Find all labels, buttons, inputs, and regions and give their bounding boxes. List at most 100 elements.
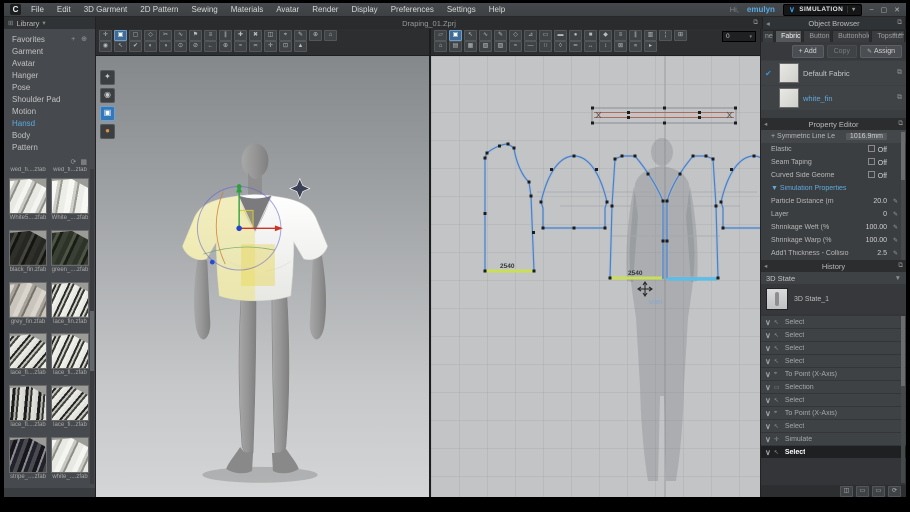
menu-item[interactable]: Help <box>489 5 505 14</box>
simulation-button[interactable]: ∨ SIMULATION ▾ <box>783 4 862 16</box>
pattern-piece-back-panel[interactable] <box>484 143 536 273</box>
target-tool-icon[interactable]: ⌖ <box>279 30 292 41</box>
fabric-texture-icon[interactable]: ▦ <box>464 41 477 52</box>
fabric-selected-check-icon[interactable]: ✔ <box>765 69 775 78</box>
flatten-icon[interactable]: ≃ <box>569 41 582 52</box>
select-move-tool-icon[interactable]: ▣ <box>114 30 127 41</box>
move-compass-icon[interactable] <box>290 179 310 199</box>
edit-pencil-icon[interactable]: ✎ <box>890 198 898 205</box>
texture-view-icon[interactable]: ◐ <box>144 41 157 52</box>
avatar-display-icon[interactable]: ◉ <box>99 41 112 52</box>
seam-tool-icon[interactable]: ∥ <box>219 30 232 41</box>
property-value[interactable]: 100.00 <box>866 237 887 244</box>
frame-icon[interactable]: ⊡ <box>279 41 292 52</box>
detach-panel-icon[interactable]: ⧉ <box>897 19 902 27</box>
curve-point-icon[interactable]: ◇ <box>509 30 522 41</box>
internal-rectangle-icon[interactable]: ■ <box>584 30 597 41</box>
tab-scroll-arrows-icon[interactable]: ◂ ▸ <box>892 31 903 38</box>
menu-item[interactable]: Display <box>351 5 377 14</box>
property-row[interactable]: Particle Distance (m 20.0 ✎ <box>761 195 906 208</box>
history-header[interactable]: ◂ History ⧉ <box>761 260 906 272</box>
menu-item[interactable]: Preferences <box>391 5 434 14</box>
viewport-2d-canvas[interactable]: 2540 2540 5080 <box>431 56 760 497</box>
pin-tool-icon[interactable]: ⚑ <box>189 30 202 41</box>
property-value[interactable]: Off <box>868 171 887 180</box>
library-item-pose[interactable]: Pose <box>4 82 95 94</box>
copy-fabric-button[interactable]: Copy <box>827 45 857 58</box>
gizmo-blue-point[interactable] <box>210 260 215 265</box>
history-item[interactable]: ∨ ✛ Simulate <box>761 433 906 445</box>
sew-free-tool-icon[interactable]: ∿ <box>174 30 187 41</box>
property-value[interactable]: 20.0 <box>873 198 887 205</box>
scrollbar-thumb[interactable] <box>901 316 905 386</box>
annotation-icon[interactable]: ⊠ <box>614 41 627 52</box>
fabric-library-item[interactable]: lace_fi...zfab <box>51 333 89 382</box>
edit-point-icon[interactable]: ↖ <box>464 30 477 41</box>
fabric-library-item[interactable]: White5....zfab <box>9 178 47 227</box>
avatar-3d-render[interactable] <box>96 56 427 497</box>
scrollbar-thumb[interactable] <box>901 132 905 180</box>
detach-panel-icon[interactable]: ⧉ <box>898 262 903 270</box>
fuse-icon[interactable]: ▨ <box>494 41 507 52</box>
library-caret-icon[interactable]: ▾ <box>42 19 45 27</box>
show-grid-icon[interactable]: ⊞ <box>674 30 687 41</box>
simulation-dropdown-caret[interactable]: ▾ <box>847 6 855 13</box>
polygon-icon[interactable]: ▭ <box>539 30 552 41</box>
add-pin-icon[interactable]: ⊕ <box>219 41 232 52</box>
property-editor-header[interactable]: ◂ Property Editor ⧉ <box>761 118 906 130</box>
library-scrollbar[interactable] <box>90 169 94 484</box>
fabric-library-item[interactable]: grey_fin.zfab <box>9 282 47 331</box>
property-row[interactable]: Curved Side Geome Off <box>761 169 906 182</box>
menu-item[interactable]: Render <box>312 5 338 14</box>
pattern-zoom-dropdown[interactable]: 0 ▾ <box>722 31 756 42</box>
baseline-icon[interactable]: — <box>524 41 537 52</box>
property-row[interactable]: ▼ Simulation Properties <box>761 182 906 195</box>
library-item-shoulder-pad[interactable]: Shoulder Pad <box>4 94 95 106</box>
history-item[interactable]: ∨ ↖ Select <box>761 329 906 341</box>
mesh-view-icon[interactable]: ◑ <box>159 41 172 52</box>
box-select-tool-icon[interactable]: ▢ <box>129 30 142 41</box>
move-gizmo-icon[interactable]: ✛ <box>264 41 277 52</box>
property-scrollbar[interactable] <box>901 130 905 260</box>
edit-pencil-icon[interactable]: ✎ <box>890 211 898 218</box>
notch-icon[interactable]: ¦ <box>659 30 672 41</box>
hide-avatar-icon[interactable]: ⊘ <box>189 41 202 52</box>
filter-icon[interactable]: ▼ <box>895 275 901 282</box>
menu-item[interactable]: Edit <box>57 5 71 14</box>
fabric-library-item[interactable]: White_....zfab <box>51 178 89 227</box>
property-row[interactable]: Layer 0 ✎ <box>761 208 906 221</box>
fabric-library-item[interactable]: green_....zfab <box>51 230 89 279</box>
window-control-button[interactable]: ▢ <box>881 6 888 14</box>
window-control-button[interactable]: ✕ <box>894 6 900 14</box>
add-point-icon[interactable]: ✎ <box>494 30 507 41</box>
history-state-thumbnail-row[interactable]: 3D State_1 <box>761 284 906 314</box>
history-item[interactable]: ∨ ↖ Select <box>761 420 906 432</box>
property-row[interactable]: Shrinkage Warp (% 100.00 ✎ <box>761 234 906 247</box>
window-control-button[interactable]: – <box>870 6 874 14</box>
state-thumbnail[interactable] <box>766 288 788 310</box>
show-2d-pattern-icon[interactable]: ▣ <box>100 106 115 121</box>
detach-window-icon[interactable]: ⧉ <box>753 19 758 27</box>
fabric-options-icon[interactable]: ⧉ <box>897 94 902 102</box>
layer-icon[interactable]: ≍ <box>249 41 262 52</box>
elastic-icon[interactable]: ≈ <box>509 41 522 52</box>
library-item-favorites[interactable]: Favorites + ⊕ <box>4 34 95 46</box>
property-value[interactable]: Off <box>868 158 887 167</box>
history-scrollbar[interactable] <box>901 316 905 483</box>
menu-item[interactable]: Sewing <box>192 5 218 14</box>
fabric-library-item[interactable]: lace_fin.zfab <box>51 282 89 331</box>
library-item-garment[interactable]: Garment <box>4 46 95 58</box>
select-avatar-icon[interactable]: ↖ <box>114 41 127 52</box>
zoom-tool-icon[interactable]: ⊕ <box>309 30 322 41</box>
library-panel-header[interactable]: ⊞ Library ▾ <box>4 17 96 29</box>
collapse-panel-icon[interactable]: ◂ <box>764 262 767 270</box>
grainline-icon[interactable]: ∷ <box>539 41 552 52</box>
history-view-split-icon[interactable]: ◫ <box>840 486 853 497</box>
menu-item[interactable]: File <box>31 5 44 14</box>
scale-icon[interactable]: ∝ <box>629 41 642 52</box>
grading-icon[interactable]: ▥ <box>644 30 657 41</box>
pattern-outline-icon[interactable]: ▤ <box>449 41 462 52</box>
library-item-motion[interactable]: Motion <box>4 106 95 118</box>
history-item[interactable]: ∨ ↖ Select <box>761 446 906 458</box>
gizmo-tool-icon[interactable]: ✛ <box>99 30 112 41</box>
